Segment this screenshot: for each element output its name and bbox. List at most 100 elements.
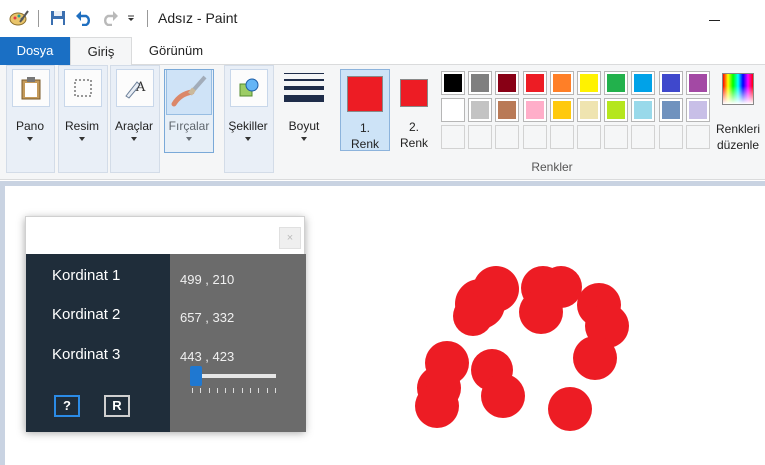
kordinat-3-value: 443 , 423	[180, 349, 235, 364]
colors-group-label: Renkler	[531, 160, 573, 174]
resim-label: Resim	[64, 119, 99, 133]
palette-color-swatch[interactable]	[495, 71, 520, 95]
color-spectrum-icon	[722, 73, 754, 105]
customize-dropdown-icon[interactable]	[124, 8, 138, 28]
palette-custom-slot[interactable]	[577, 125, 601, 149]
palette-color-swatch[interactable]	[549, 98, 574, 122]
window-title: Adsız - Paint	[158, 10, 238, 26]
palette-color-swatch[interactable]	[441, 98, 465, 122]
palette-color-swatch[interactable]	[522, 98, 547, 122]
pano-button[interactable]: Pano	[8, 67, 52, 167]
title-bar: Adsız - Paint	[0, 0, 765, 36]
edit-colors-label-line2: düzenle	[716, 138, 760, 152]
palette-color-swatch[interactable]	[631, 71, 656, 95]
slider-tick	[208, 388, 210, 393]
palette-custom-slot[interactable]	[441, 125, 465, 149]
color2-button[interactable]: 2. Renk	[396, 69, 434, 151]
palette-color-fill	[580, 101, 598, 119]
palette-color-swatch[interactable]	[577, 98, 601, 122]
edit-colors-label-line1: Renkleri	[715, 122, 760, 136]
palette-color-fill	[634, 101, 653, 119]
color2-label-line2: Renk	[399, 136, 428, 150]
palette-custom-slot[interactable]	[495, 125, 520, 149]
palette-color-swatch[interactable]	[468, 71, 493, 95]
pano-label: Pano	[15, 119, 45, 133]
slider-tick	[225, 388, 227, 393]
palette-custom-slot[interactable]	[549, 125, 574, 149]
slider-tick	[274, 388, 276, 393]
palette-color-fill	[607, 74, 626, 92]
palette-color-fill	[607, 101, 626, 119]
palette-color-swatch[interactable]	[658, 98, 683, 122]
palette-color-fill	[688, 74, 707, 92]
minimize-button[interactable]	[700, 8, 730, 30]
palette-color-fill	[498, 101, 517, 119]
tab-giris[interactable]: Giriş	[70, 37, 132, 66]
palette-custom-slot[interactable]	[522, 125, 547, 149]
boyut-button[interactable]: Boyut	[282, 67, 326, 167]
palette-color-swatch[interactable]	[631, 98, 656, 122]
kordinat-3-label: Kordinat 3	[52, 346, 121, 363]
palette-color-fill	[444, 101, 462, 119]
paint-stroke	[453, 296, 493, 336]
slider-tick	[258, 388, 260, 393]
save-icon[interactable]	[48, 8, 68, 28]
coordinate-panel: × Kordinat 1 Kordinat 2 Kordinat 3 ? R 4…	[25, 216, 306, 432]
palette-custom-slot[interactable]	[631, 125, 656, 149]
palette-color-fill	[580, 74, 598, 92]
paint-app-icon[interactable]	[8, 8, 30, 28]
title-separator	[38, 10, 39, 27]
kordinat-2-label: Kordinat 2	[52, 306, 121, 323]
edit-colors-button[interactable]: Renkleri düzenle	[714, 69, 764, 152]
slider-tick	[233, 388, 235, 393]
palette-custom-slot[interactable]	[685, 125, 710, 149]
reset-button[interactable]: R	[104, 395, 130, 417]
clipboard-icon	[12, 69, 50, 107]
palette-color-swatch[interactable]	[522, 71, 547, 95]
resim-button[interactable]: Resim	[60, 67, 104, 167]
slider-track[interactable]	[190, 374, 276, 378]
palette-color-fill	[634, 74, 653, 92]
slider-tick	[200, 388, 202, 393]
palette-color-swatch[interactable]	[604, 98, 629, 122]
araclar-button[interactable]: A Araçlar	[112, 67, 156, 167]
resim-chevron-down-icon	[79, 137, 85, 141]
sekiller-label: Şekiller	[228, 119, 268, 133]
tab-gorunum[interactable]: Görünüm	[140, 37, 212, 65]
palette-color-swatch[interactable]	[468, 98, 493, 122]
palette-color-swatch[interactable]	[549, 71, 574, 95]
color2-swatch	[400, 79, 428, 107]
sekiller-chevron-down-icon	[245, 137, 251, 141]
fircalar-highlight	[164, 69, 214, 153]
palette-color-swatch[interactable]	[658, 71, 683, 95]
panel-close-button[interactable]: ×	[279, 227, 301, 249]
palette-custom-slot[interactable]	[658, 125, 683, 149]
palette-color-swatch[interactable]	[685, 71, 710, 95]
panel-labels-column: Kordinat 1 Kordinat 2 Kordinat 3 ? R	[26, 254, 170, 432]
color1-button[interactable]: 1. Renk	[340, 69, 390, 151]
palette-color-swatch[interactable]	[441, 71, 465, 95]
sekiller-button[interactable]: Şekiller	[226, 67, 270, 167]
palette-color-swatch[interactable]	[685, 98, 710, 122]
undo-icon[interactable]	[74, 8, 94, 28]
redo-icon[interactable]	[100, 8, 120, 28]
palette-custom-slot[interactable]	[604, 125, 629, 149]
color1-label-line1: 1.	[359, 121, 370, 135]
palette-custom-slot[interactable]	[468, 125, 493, 149]
palette-color-fill	[498, 74, 517, 92]
palette-color-swatch[interactable]	[577, 71, 601, 95]
palette-color-swatch[interactable]	[604, 71, 629, 95]
pano-chevron-down-icon	[27, 137, 33, 141]
ribbon-tab-bar: Dosya Giriş Görünüm	[0, 37, 765, 66]
slider-tick	[192, 388, 193, 393]
shapes-icon	[230, 69, 268, 107]
boyut-label: Boyut	[288, 119, 320, 133]
paint-stroke	[415, 384, 459, 428]
palette-color-swatch[interactable]	[495, 98, 520, 122]
kordinat-1-value: 499 , 210	[180, 272, 235, 287]
color1-label-line2: Renk	[350, 137, 379, 151]
tab-dosya[interactable]: Dosya	[0, 37, 70, 65]
help-button[interactable]: ?	[54, 395, 80, 417]
boyut-chevron-down-icon	[301, 137, 307, 141]
slider-thumb[interactable]	[190, 366, 202, 386]
